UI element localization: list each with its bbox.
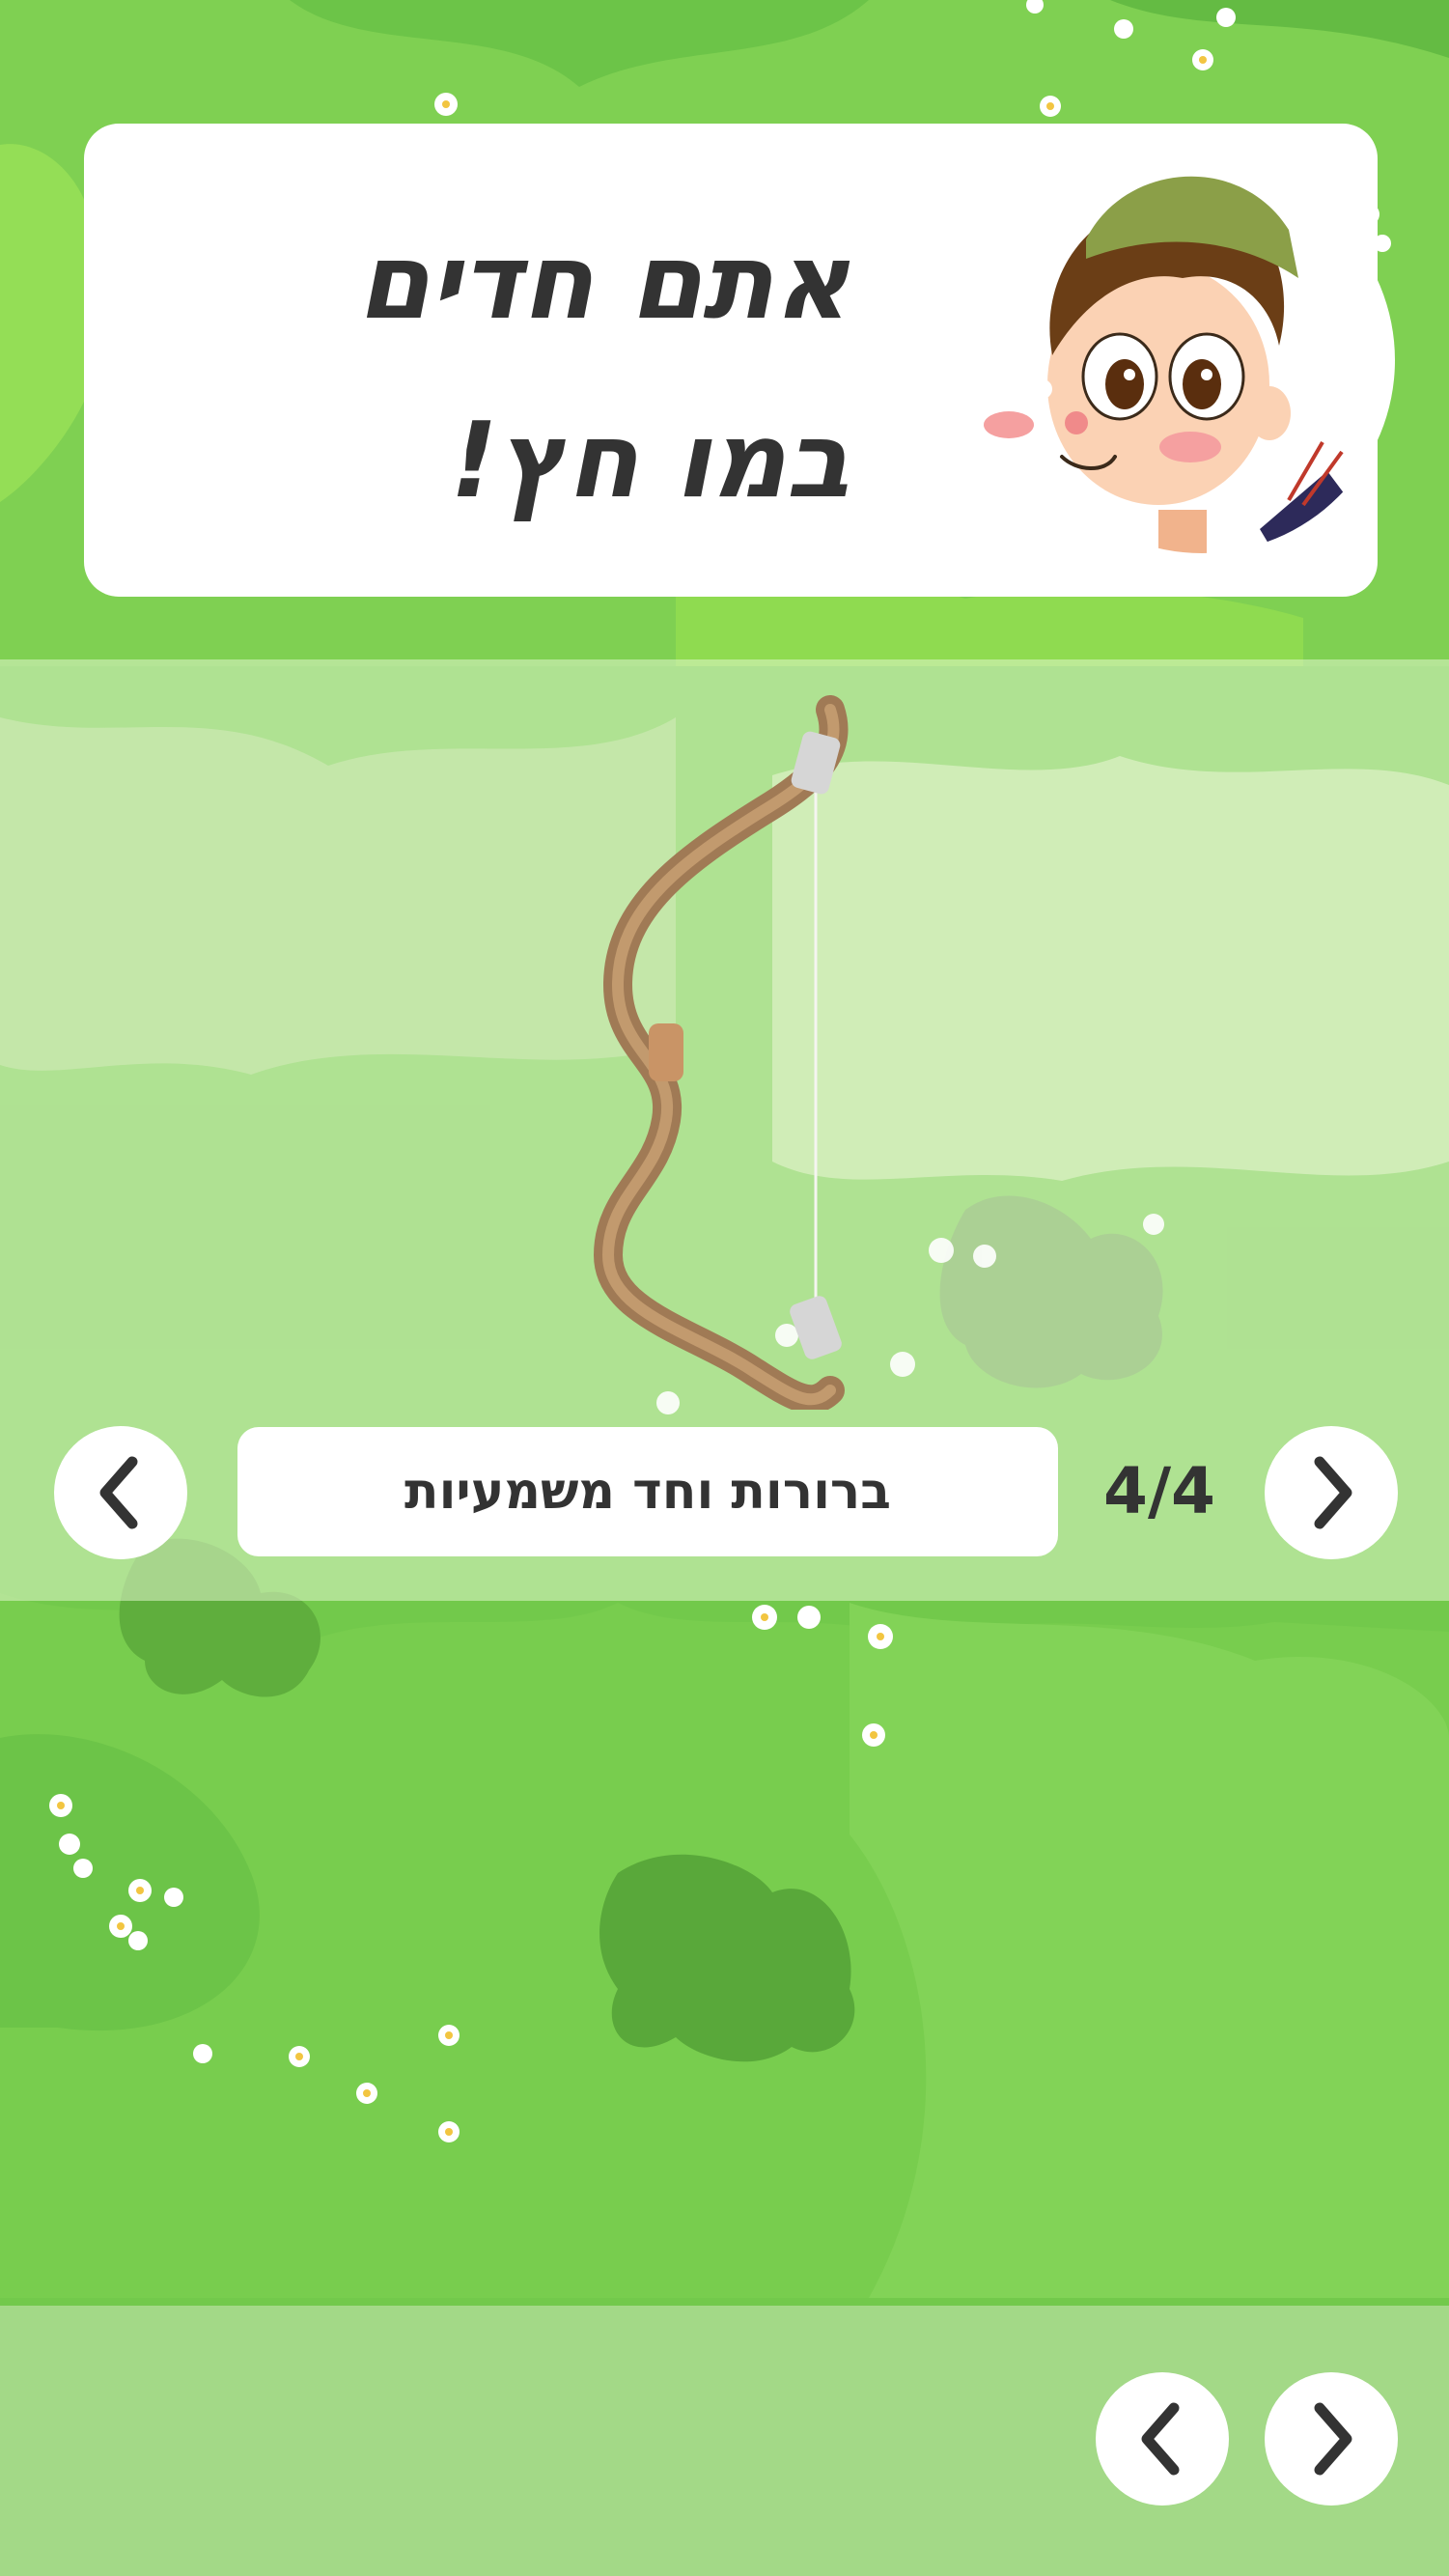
page-prev-button[interactable] xyxy=(1096,2372,1229,2506)
footer-bar xyxy=(0,2306,1449,2576)
slide-caption: ברורות וחד משמעיות xyxy=(404,1463,891,1521)
chevron-left-icon xyxy=(1141,2402,1180,2476)
page-next-button[interactable] xyxy=(1265,2372,1398,2506)
title-line-1: אתם חדים xyxy=(357,222,850,343)
slide-caption-box: ברורות וחד משמעיות xyxy=(237,1427,1058,1556)
slide-counter: 4/4 xyxy=(1103,1454,1215,1528)
archer-boy-illustration xyxy=(984,167,1395,553)
slide-prev-button[interactable] xyxy=(54,1426,187,1559)
title-line-2: במו חץ! xyxy=(450,401,850,521)
page-title: אתם חדים במו חץ! xyxy=(174,193,850,550)
chevron-left-icon xyxy=(99,1456,138,1529)
chevron-right-icon xyxy=(1314,2402,1352,2476)
bow-illustration xyxy=(593,695,849,1410)
slide-next-button[interactable] xyxy=(1265,1426,1398,1559)
chevron-right-icon xyxy=(1314,1456,1352,1529)
game-screen: אתם חדים במו חץ! ברורות וחד משמעיות 4/4 xyxy=(0,0,1449,2576)
